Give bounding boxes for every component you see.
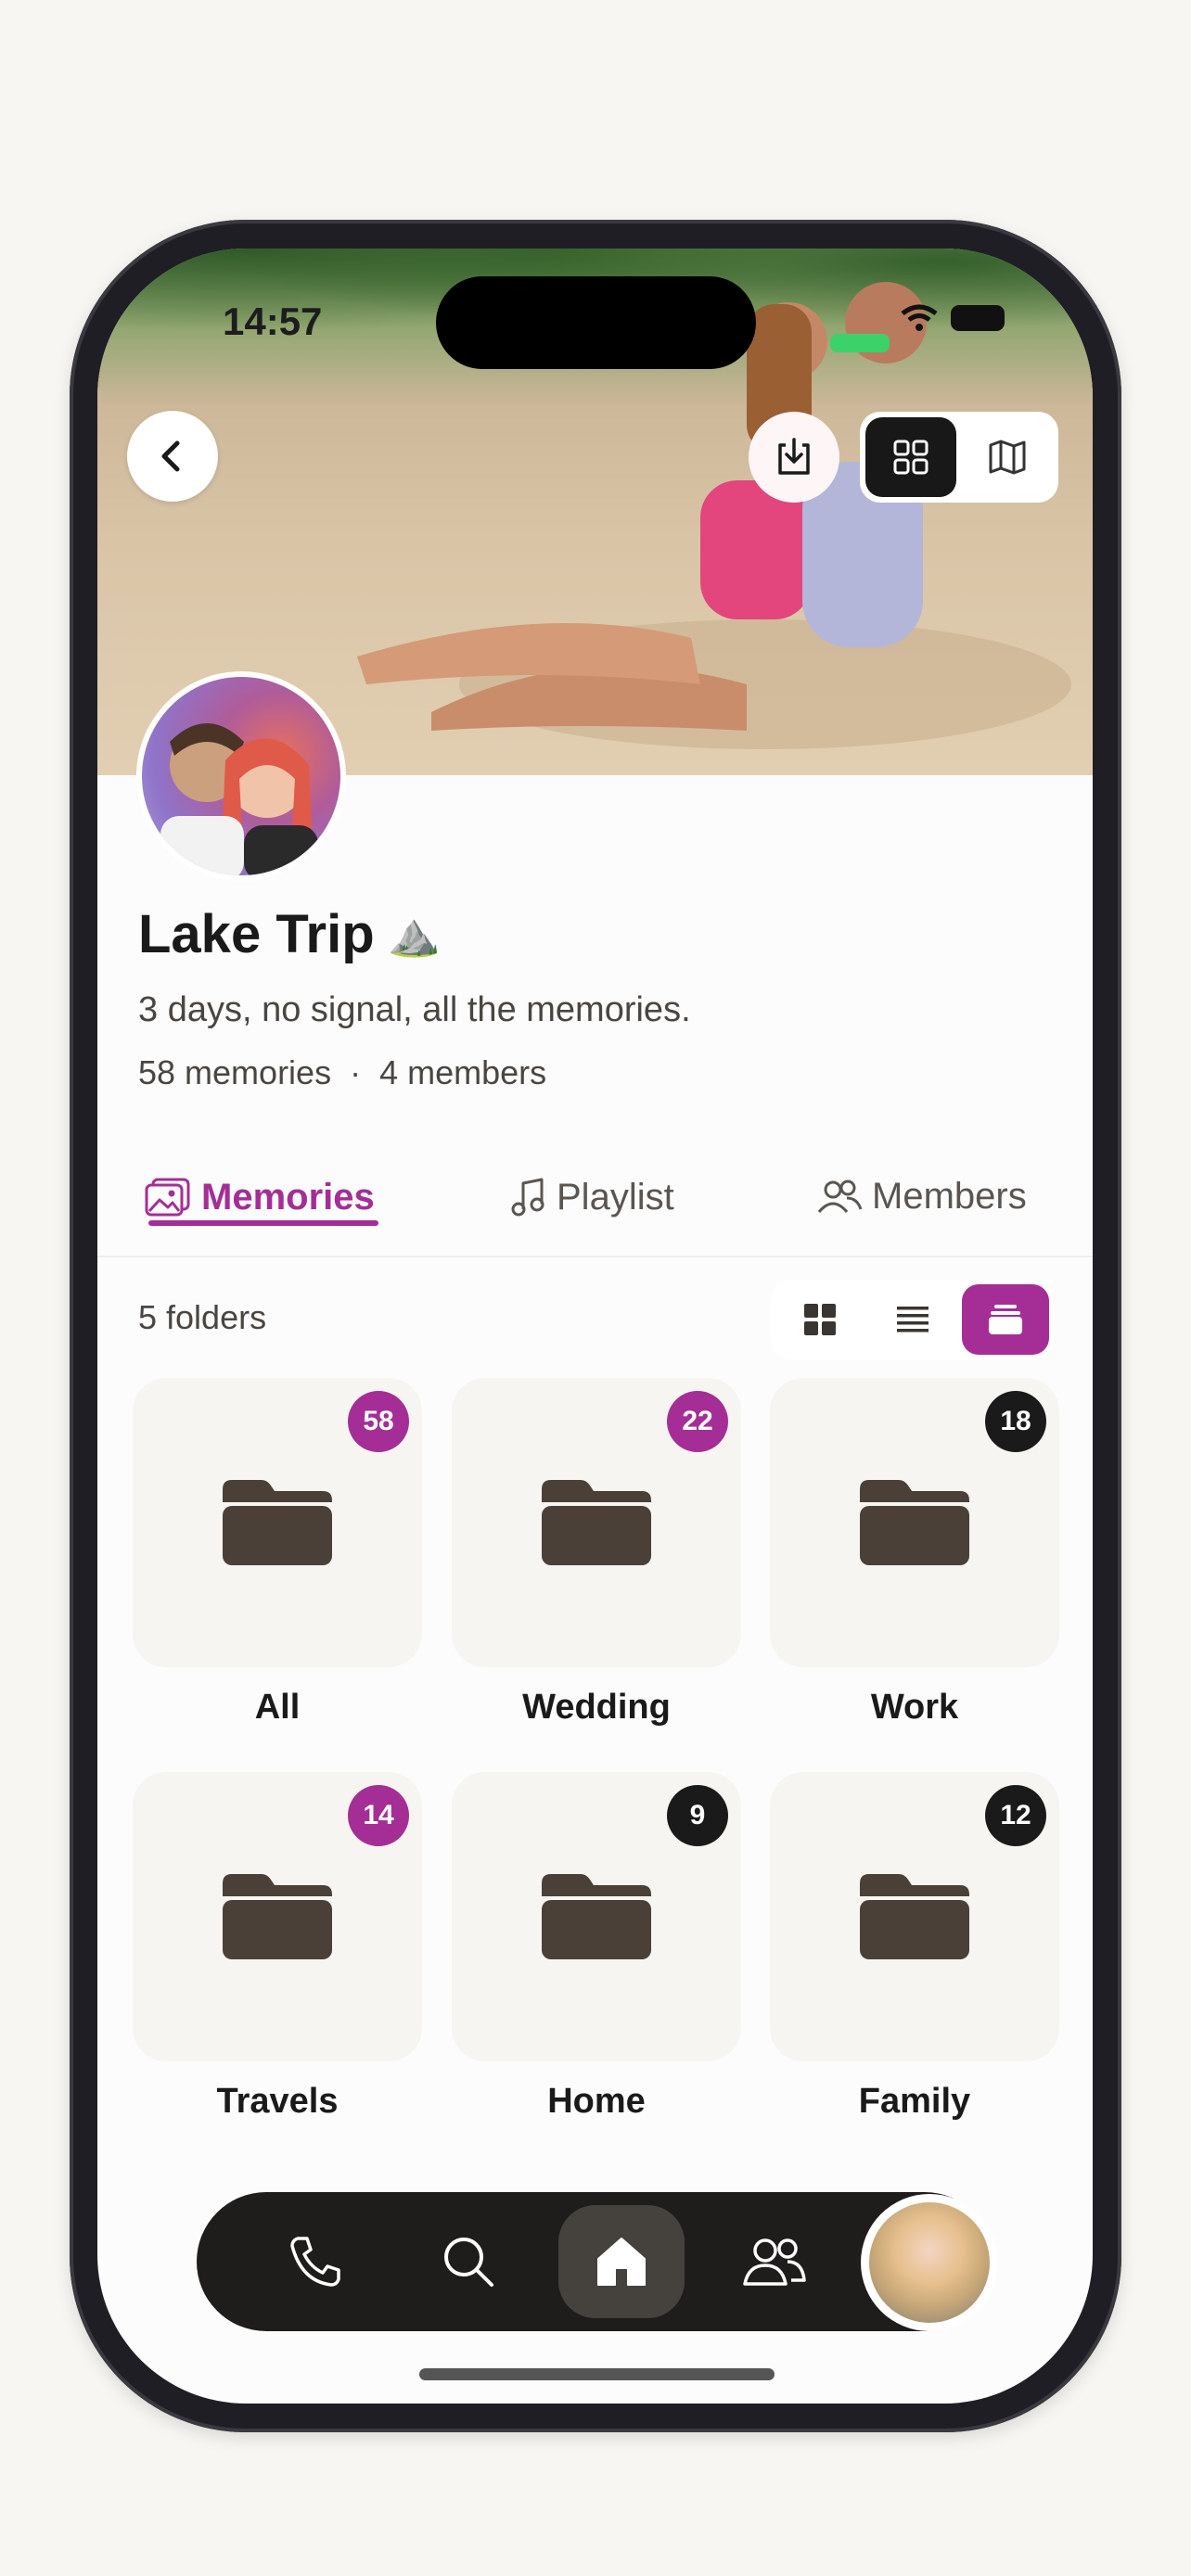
tab-members-label: Members (872, 1176, 1027, 1217)
people-icon (743, 2238, 806, 2286)
nav-people[interactable] (711, 2205, 838, 2318)
home-icon (597, 2238, 646, 2286)
folder-icon (223, 1874, 332, 1959)
grid-layout-icon (804, 1304, 836, 1335)
view-mode-toggle (860, 412, 1058, 503)
folder-count-badge: 58 (348, 1391, 409, 1452)
members-count: 4 members (379, 1053, 547, 1091)
active-tab-indicator (148, 1220, 378, 1226)
tab-members[interactable]: Members (816, 1176, 1027, 1218)
folder-count-badge: 14 (348, 1785, 409, 1846)
folders-count: 5 folders (138, 1298, 267, 1336)
tab-memories[interactable]: Memories (144, 1176, 375, 1218)
folder-icon (542, 1874, 651, 1959)
tab-bar: Memories Playlist Members (97, 1157, 1093, 1257)
folder-tile[interactable]: 12 (770, 1772, 1059, 2061)
home-indicator (419, 2368, 775, 2380)
memories-count: 58 memories (138, 1053, 332, 1091)
dynamic-island (436, 276, 756, 369)
folder-tile[interactable]: 14 (133, 1772, 422, 2061)
wifi-icon (901, 304, 938, 331)
folder-count-badge: 9 (667, 1785, 728, 1846)
folder-name: Home (547, 2082, 646, 2121)
stack-layout-button[interactable] (962, 1284, 1049, 1355)
folder-card[interactable]: 18 Work (770, 1378, 1059, 1728)
folder-card[interactable]: 9 Home (452, 1772, 741, 2122)
folder-name: Travels (216, 2082, 339, 2121)
phone-icon (290, 2237, 340, 2287)
tab-playlist[interactable]: Playlist (510, 1176, 674, 1218)
album-description: 3 days, no signal, all the memories. (138, 990, 691, 1029)
nav-phone[interactable] (252, 2205, 378, 2318)
folder-count-badge: 22 (667, 1391, 728, 1452)
folder-tile[interactable]: 58 (133, 1378, 422, 1667)
chevron-left-icon (161, 440, 180, 472)
album-title-text: Lake Trip (138, 904, 375, 964)
screen: 14:57 Lake Trip ⛰️ 3 days, no signal, al… (97, 249, 1093, 2404)
folder-card[interactable]: 14 Travels (133, 1772, 422, 2122)
folder-name: All (254, 1688, 301, 1727)
status-icons (901, 304, 1005, 332)
status-time: 14:57 (223, 300, 323, 343)
folder-card[interactable]: 58 All (133, 1378, 422, 1728)
folder-icon (542, 1480, 651, 1565)
avatar (869, 2202, 990, 2323)
map-icon (989, 440, 1026, 475)
download-icon (778, 438, 810, 475)
battery-icon (951, 305, 1005, 331)
folder-icon (860, 1874, 969, 1959)
back-button[interactable] (127, 411, 218, 502)
folder-count-badge: 18 (985, 1391, 1046, 1452)
tab-memories-label: Memories (201, 1176, 375, 1218)
layout-toggle (771, 1280, 1055, 1359)
folder-icon (860, 1480, 969, 1565)
tab-playlist-label: Playlist (557, 1176, 674, 1218)
folder-name: Family (858, 2082, 971, 2121)
folder-count-badge: 12 (985, 1785, 1046, 1846)
search-icon (444, 2238, 493, 2287)
folder-tile[interactable]: 9 (452, 1772, 741, 2061)
grid-icon (893, 440, 928, 475)
nav-search[interactable] (405, 2205, 531, 2318)
stack-layout-icon (989, 1305, 1022, 1334)
meta-separator: · (350, 1053, 362, 1091)
profile-avatar-button[interactable] (861, 2194, 998, 2331)
download-button[interactable] (749, 412, 839, 503)
avatar-people (160, 723, 318, 875)
mountain-emoji: ⛰️ (387, 910, 441, 958)
album-title: Lake Trip ⛰️ (138, 903, 441, 965)
folder-card[interactable]: 12 Family (770, 1772, 1059, 2122)
grid-view-button[interactable] (865, 417, 956, 497)
map-view-button[interactable] (962, 417, 1053, 497)
nav-home[interactable] (558, 2205, 685, 2318)
folder-name: Work (870, 1688, 959, 1727)
list-layout-button[interactable] (869, 1284, 956, 1355)
list-layout-icon (897, 1307, 928, 1333)
folder-tile[interactable]: 22 (452, 1378, 741, 1667)
album-avatar (136, 671, 346, 881)
folder-card[interactable]: 22 Wedding (452, 1378, 741, 1728)
people-icon (817, 1180, 863, 1213)
album-meta: 58 memories · 4 members (138, 1053, 546, 1092)
photos-icon (145, 1178, 190, 1217)
folder-name: Wedding (522, 1688, 671, 1727)
album-avatar-image (142, 677, 340, 875)
folder-tile[interactable]: 18 (770, 1378, 1059, 1667)
grid-layout-button[interactable] (776, 1284, 864, 1355)
music-note-icon (511, 1178, 544, 1217)
folder-icon (223, 1480, 332, 1565)
